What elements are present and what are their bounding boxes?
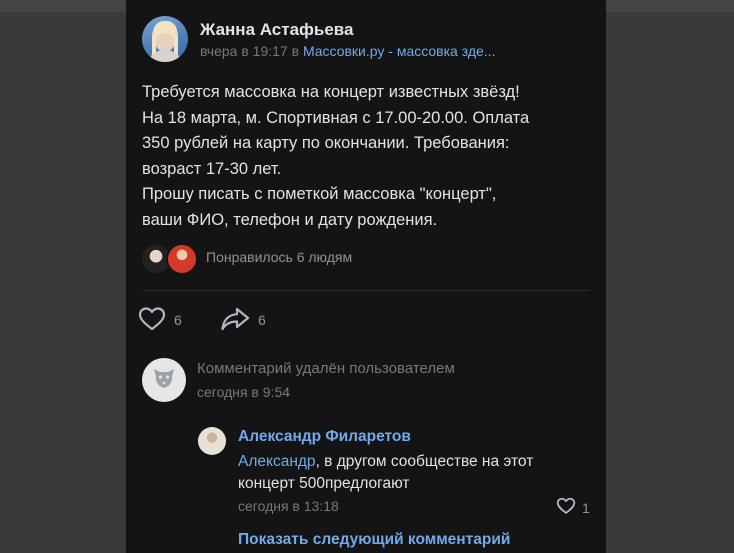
post-text-line: 350 рублей на карту по окончании. Требов… xyxy=(142,134,510,152)
author-name[interactable]: Жанна Астафьева xyxy=(200,20,354,40)
liker-avatar[interactable] xyxy=(166,243,198,275)
reply-text-line2: концерт 500предлогают xyxy=(238,475,410,492)
reply-author-name[interactable]: Александр Филаретов xyxy=(238,428,411,446)
post-meta: вчера в 19:17 в Массовки.ру - массовка з… xyxy=(200,43,550,59)
deleted-user-dog-icon xyxy=(149,363,179,398)
like-count: 6 xyxy=(174,312,182,328)
post-text: Требуется массовка на концерт известных … xyxy=(142,80,592,233)
post-meta-in: в xyxy=(287,43,303,59)
deleted-comment-time[interactable]: сегодня в 9:54 xyxy=(197,384,290,400)
liked-by-text[interactable]: Понравилось 6 людям xyxy=(206,249,352,265)
post-time[interactable]: вчера в 19:17 xyxy=(200,43,288,59)
author-avatar[interactable] xyxy=(142,16,188,62)
post-text-line: Требуется массовка на концерт известных … xyxy=(142,83,520,101)
post-text-line: Прошу писать с пометкой массовка "концер… xyxy=(142,185,497,203)
divider xyxy=(142,290,590,291)
likers-avatars[interactable] xyxy=(140,243,200,275)
share-count: 6 xyxy=(258,312,266,328)
reply-author-avatar[interactable] xyxy=(198,427,226,455)
post-text-line: возраст 17-30 лет. xyxy=(142,159,282,178)
reply-time[interactable]: сегодня в 13:18 xyxy=(238,498,339,514)
reply-mention-link[interactable]: Александр xyxy=(238,453,316,470)
deleted-user-avatar xyxy=(142,358,186,402)
like-button[interactable]: 6 xyxy=(138,306,182,335)
share-button[interactable]: 6 xyxy=(220,307,266,333)
post-text-line: На 18 марта, м. Спортивная с 17.00-20.00… xyxy=(142,108,530,127)
reply-like-button[interactable]: 1 xyxy=(556,497,590,518)
heart-icon xyxy=(138,306,166,335)
community-link[interactable]: Массовки.ру - массовка зде... xyxy=(303,43,496,59)
reply-text-rest: , в другом сообществе на этот xyxy=(315,453,534,470)
deleted-comment-text: Комментарий удалён пользователем xyxy=(197,360,455,377)
share-icon xyxy=(220,306,250,335)
heart-icon xyxy=(556,497,576,518)
show-next-comment-link[interactable]: Показать следующий комментарий xyxy=(238,531,510,549)
reply-text: Александр, в другом сообществе на этот к… xyxy=(238,451,588,495)
reply-like-count: 1 xyxy=(582,499,590,516)
post-card: Жанна Астафьева вчера в 19:17 в Массовки… xyxy=(126,0,606,553)
post-text-line: ваши ФИО, телефон и дату рождения. xyxy=(142,210,438,229)
